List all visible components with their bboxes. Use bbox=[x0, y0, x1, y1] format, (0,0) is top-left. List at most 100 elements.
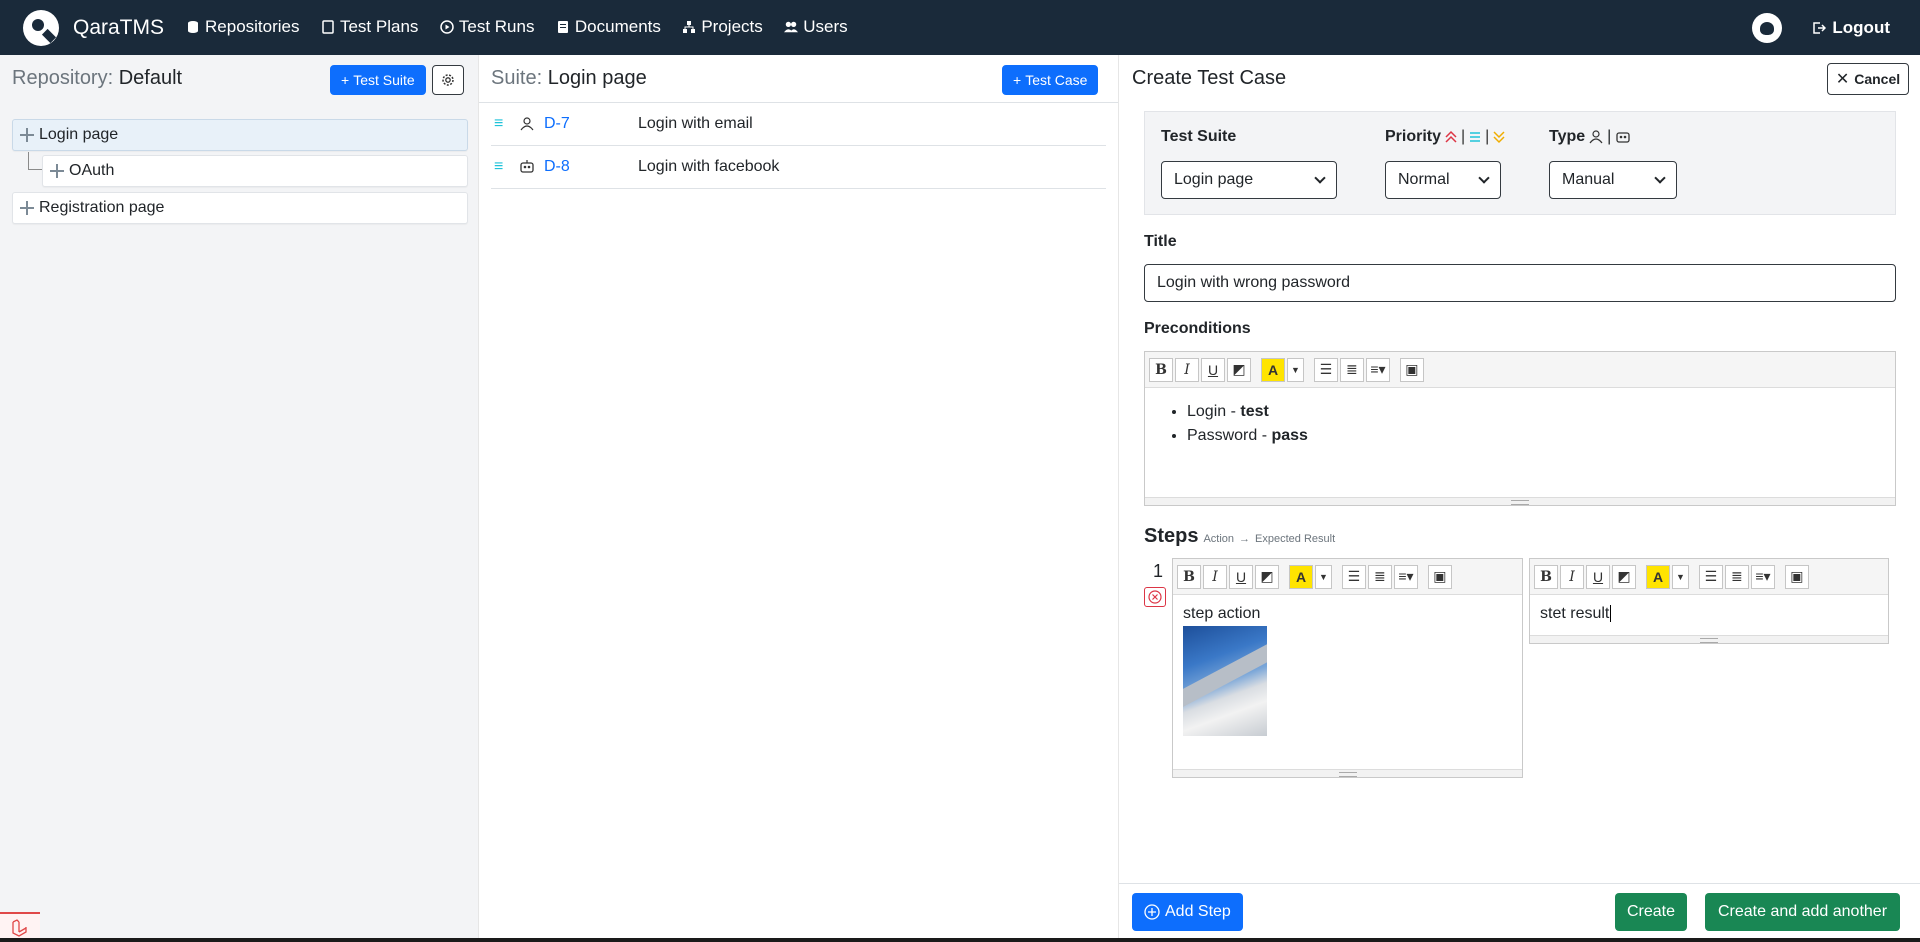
priority-select[interactable]: Normal bbox=[1385, 161, 1501, 199]
robot-icon bbox=[520, 160, 534, 173]
caret-down-icon[interactable]: ▼ bbox=[1672, 564, 1689, 589]
bold-icon[interactable]: B bbox=[1149, 357, 1173, 382]
nav-documents[interactable]: Documents bbox=[556, 17, 661, 37]
tree-item-oauth[interactable]: OAuth bbox=[42, 155, 468, 187]
tree-item-login-page[interactable]: Login page bbox=[12, 119, 468, 151]
nav-test-plans[interactable]: Test Plans bbox=[321, 17, 418, 37]
test-case-id[interactable]: D-8 bbox=[544, 158, 638, 176]
align-icon[interactable]: ≡▾ bbox=[1750, 564, 1775, 589]
type-label: Type bbox=[1549, 128, 1586, 145]
suite-settings-button[interactable] bbox=[432, 65, 464, 95]
drag-handle-icon[interactable]: ≡ bbox=[494, 158, 516, 176]
create-button[interactable]: Create bbox=[1615, 893, 1688, 931]
caret-down-icon[interactable]: ▼ bbox=[1287, 357, 1304, 382]
step-result-content: stet result bbox=[1530, 595, 1888, 623]
resize-handle[interactable] bbox=[1530, 635, 1888, 643]
test-suite-label: Test Suite bbox=[1161, 128, 1237, 145]
github-icon[interactable] bbox=[1752, 12, 1783, 43]
cancel-button[interactable]: ✕ Cancel bbox=[1827, 63, 1909, 95]
eraser-icon[interactable]: ◩ bbox=[1612, 564, 1636, 589]
unordered-list-icon[interactable]: ☰ bbox=[1698, 564, 1723, 589]
qaratms-logo-icon[interactable] bbox=[23, 9, 59, 46]
test-case-title[interactable]: Login with email bbox=[638, 115, 753, 133]
bold-icon[interactable]: B bbox=[1534, 564, 1558, 589]
add-test-suite-button[interactable]: + Test Suite bbox=[330, 65, 426, 95]
highlight-color-icon[interactable]: A bbox=[1646, 564, 1670, 589]
tree-connector bbox=[28, 152, 42, 170]
nav-projects[interactable]: Projects bbox=[682, 17, 763, 37]
add-test-suite-label: Test Suite bbox=[353, 72, 415, 88]
underline-icon[interactable]: U bbox=[1201, 357, 1225, 382]
brand-name[interactable]: QaraTMS bbox=[73, 16, 164, 40]
separator: | bbox=[1607, 128, 1612, 145]
create-test-case-panel: Create Test Case ✕ Cancel Test Suite Log… bbox=[1119, 55, 1920, 942]
move-icon[interactable] bbox=[19, 127, 35, 143]
nav-label: Users bbox=[803, 16, 848, 36]
unordered-list-icon[interactable]: ☰ bbox=[1313, 357, 1338, 382]
type-value: Manual bbox=[1562, 171, 1615, 188]
wing-shape bbox=[1183, 641, 1267, 707]
repository-label: Repository: bbox=[12, 67, 114, 89]
ordered-list-icon[interactable]: ≣ bbox=[1339, 357, 1364, 382]
eraser-icon[interactable]: ◩ bbox=[1227, 357, 1251, 382]
test-case-row[interactable]: ≡ D-7 Login with email bbox=[491, 103, 1106, 146]
step-result-editor[interactable]: B I U ◩ A ▼ ☰ ≣ ≡▾ ▣ stet result bbox=[1529, 558, 1889, 644]
laravel-icon bbox=[12, 919, 27, 937]
text-cursor bbox=[1610, 605, 1612, 622]
test-case-title[interactable]: Login with facebook bbox=[638, 158, 779, 176]
highlight-color-icon[interactable]: A bbox=[1261, 357, 1285, 382]
resize-handle[interactable] bbox=[1173, 769, 1522, 777]
caret-down-icon[interactable]: ▼ bbox=[1315, 564, 1332, 589]
eraser-icon[interactable]: ◩ bbox=[1255, 564, 1279, 589]
test-suite-select[interactable]: Login page bbox=[1161, 161, 1337, 199]
ordered-list-icon[interactable]: ≣ bbox=[1367, 564, 1392, 589]
person-icon bbox=[1589, 130, 1603, 144]
title-input[interactable]: Login with wrong password bbox=[1144, 264, 1896, 302]
gear-icon bbox=[442, 74, 454, 86]
tree-item-label: Login page bbox=[39, 126, 119, 143]
resize-handle[interactable] bbox=[1145, 497, 1895, 505]
ordered-list-icon[interactable]: ≣ bbox=[1724, 564, 1749, 589]
preconditions-editor[interactable]: B I U ◩ A ▼ ☰ ≣ ≡▾ ▣ Login - test Passwo… bbox=[1144, 351, 1896, 506]
image-icon[interactable]: ▣ bbox=[1427, 564, 1452, 589]
test-case-row[interactable]: ≡ D-8 Login with facebook bbox=[491, 146, 1106, 189]
unordered-list-icon[interactable]: ☰ bbox=[1341, 564, 1366, 589]
step-attachment-image[interactable] bbox=[1183, 626, 1267, 736]
step-action-editor[interactable]: B I U ◩ A ▼ ☰ ≣ ≡▾ ▣ step action bbox=[1172, 558, 1523, 778]
chevron-down-icon bbox=[1654, 171, 1666, 184]
nav-test-runs[interactable]: Test Runs bbox=[440, 17, 534, 37]
underline-icon[interactable]: U bbox=[1586, 564, 1610, 589]
priority-label: Priority bbox=[1385, 128, 1442, 145]
nav-repositories[interactable]: Repositories bbox=[186, 17, 300, 37]
image-icon[interactable]: ▣ bbox=[1784, 564, 1809, 589]
align-icon[interactable]: ≡▾ bbox=[1393, 564, 1418, 589]
database-icon bbox=[188, 20, 199, 33]
add-step-button[interactable]: Add Step bbox=[1132, 893, 1243, 931]
logout-link[interactable]: Logout bbox=[1812, 18, 1890, 38]
play-circle-icon bbox=[440, 19, 454, 34]
nav-users[interactable]: Users bbox=[784, 16, 848, 37]
tree-item-registration-page[interactable]: Registration page bbox=[12, 192, 468, 224]
horizontal-scrollbar[interactable] bbox=[0, 938, 1920, 942]
italic-icon[interactable]: I bbox=[1175, 357, 1199, 382]
test-case-id[interactable]: D-7 bbox=[544, 115, 638, 133]
editor-toolbar: B I U ◩ A ▼ ☰ ≣ ≡▾ ▣ bbox=[1145, 352, 1895, 388]
image-icon[interactable]: ▣ bbox=[1399, 357, 1424, 382]
footer-divider bbox=[1119, 883, 1920, 884]
drag-handle-icon[interactable]: ≡ bbox=[494, 115, 516, 133]
type-select[interactable]: Manual bbox=[1549, 161, 1677, 199]
underline-icon[interactable]: U bbox=[1229, 564, 1253, 589]
preconditions-label: Preconditions bbox=[1144, 320, 1251, 337]
italic-icon[interactable]: I bbox=[1203, 564, 1227, 589]
align-icon[interactable]: ≡▾ bbox=[1365, 357, 1390, 382]
remove-step-button[interactable] bbox=[1144, 587, 1166, 607]
highlight-color-icon[interactable]: A bbox=[1289, 564, 1313, 589]
italic-icon[interactable]: I bbox=[1560, 564, 1584, 589]
bold-icon[interactable]: B bbox=[1177, 564, 1201, 589]
suite-panel: Suite: Login page + Test Case ≡ D-7 Logi… bbox=[478, 55, 1119, 942]
move-icon[interactable] bbox=[49, 163, 65, 179]
move-icon[interactable] bbox=[19, 200, 35, 216]
step-action-text: step action bbox=[1183, 605, 1261, 622]
add-test-case-button[interactable]: + Test Case bbox=[1002, 65, 1099, 95]
create-and-add-another-button[interactable]: Create and add another bbox=[1705, 893, 1901, 931]
